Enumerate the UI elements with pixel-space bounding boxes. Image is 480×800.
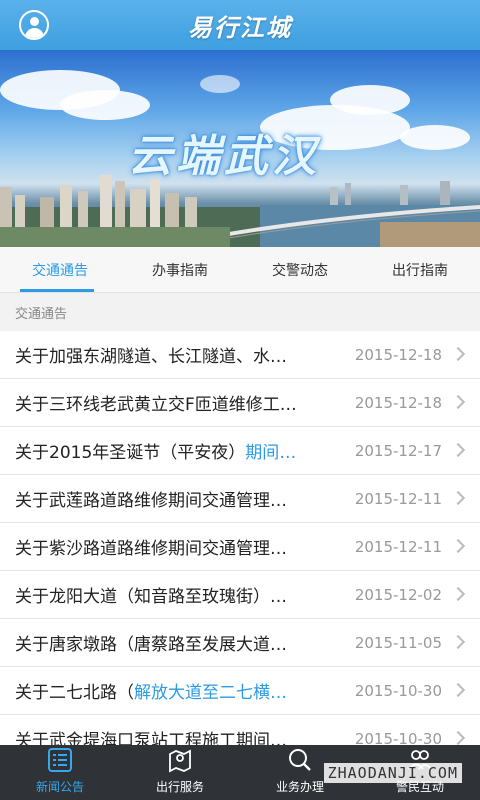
tab-police-news[interactable]: 交警动态 [240,247,360,292]
app-header: 易行江城 [0,0,480,50]
section-label: 交通通告 [0,293,480,331]
chevron-right-icon [450,442,466,458]
notice-date: 2015-12-18 [354,393,442,412]
tab-service-guide[interactable]: 办事指南 [120,247,240,292]
watermark: ZHAODANJI.COM [323,763,462,783]
category-tabs: 交通通告 办事指南 交警动态 出行指南 [0,247,480,293]
list-item[interactable]: 关于唐家墩路（唐蔡路至发展大道… 2015-11-05 [0,619,480,667]
chevron-right-icon [450,730,466,745]
list-item[interactable]: 关于紫沙路道路维修期间交通管理… 2015-12-11 [0,523,480,571]
list-item[interactable]: 关于加强东湖隧道、长江隧道、水… 2015-12-18 [0,331,480,379]
news-list-icon [48,748,72,772]
notice-title: 关于二七北路（解放大道至二七横… [15,683,287,703]
notice-title: 关于龙阳大道（知音路至玫瑰街）… [15,587,287,607]
chevron-right-icon [450,682,466,698]
chevron-right-icon [450,538,466,554]
chevron-right-icon [450,586,466,602]
user-icon[interactable] [19,10,49,40]
banner-image[interactable]: 云端武汉 [0,50,480,247]
notice-title: 关于唐家墩路（唐蔡路至发展大道… [15,635,287,655]
notice-date: 2015-12-02 [354,585,442,604]
list-item[interactable]: 关于龙阳大道（知音路至玫瑰街）… 2015-12-02 [0,571,480,619]
nav-business-label: 业务办理 [275,780,324,794]
notice-title: 关于2015年圣诞节（平安夜）期间… [15,443,297,463]
notice-title: 关于加强东湖隧道、长江隧道、水… [15,347,287,367]
notice-title: 关于武莲路道路维修期间交通管理… [15,491,287,511]
notice-date: 2015-11-05 [354,633,442,652]
nav-news[interactable]: 新闻公告 [0,745,120,800]
banner-title: 云端武汉 [128,131,320,182]
list-item[interactable]: 关于2015年圣诞节（平安夜）期间… 2015-12-17 [0,427,480,475]
notice-list: 关于加强东湖隧道、长江隧道、水… 2015-12-18 关于三环线老武黄立交F匝… [0,331,480,745]
search-icon [289,749,311,771]
notice-date: 2015-12-18 [354,345,442,364]
nav-travel-label: 出行服务 [155,780,204,794]
notice-title: 关于武金堤海口泵站工程施工期间… [15,731,287,745]
chevron-right-icon [450,634,466,650]
list-item[interactable]: 关于二七北路（解放大道至二七横… 2015-10-30 [0,667,480,715]
chevron-right-icon [450,346,466,362]
app-title: 易行江城 [188,12,292,42]
chevron-right-icon [450,490,466,506]
notice-date: 2015-10-30 [354,729,442,746]
notice-title: 关于紫沙路道路维修期间交通管理… [15,539,287,559]
list-item[interactable]: 关于武莲路道路维修期间交通管理… 2015-12-11 [0,475,480,523]
map-icon [169,749,191,773]
chevron-right-icon [450,394,466,410]
tab-travel-guide[interactable]: 出行指南 [360,247,480,292]
tab-traffic-notice[interactable]: 交通通告 [0,247,120,292]
nav-news-label: 新闻公告 [35,780,84,794]
notice-date: 2015-12-17 [354,441,442,460]
nav-travel[interactable]: 出行服务 [120,745,240,800]
notice-date: 2015-10-30 [354,681,442,700]
notice-date: 2015-12-11 [354,537,442,556]
notice-date: 2015-12-11 [354,489,442,508]
list-item[interactable]: 关于武金堤海口泵站工程施工期间… 2015-10-30 [0,715,480,745]
notice-title: 关于三环线老武黄立交F匝道维修工… [15,395,297,415]
list-item[interactable]: 关于三环线老武黄立交F匝道维修工… 2015-12-18 [0,379,480,427]
